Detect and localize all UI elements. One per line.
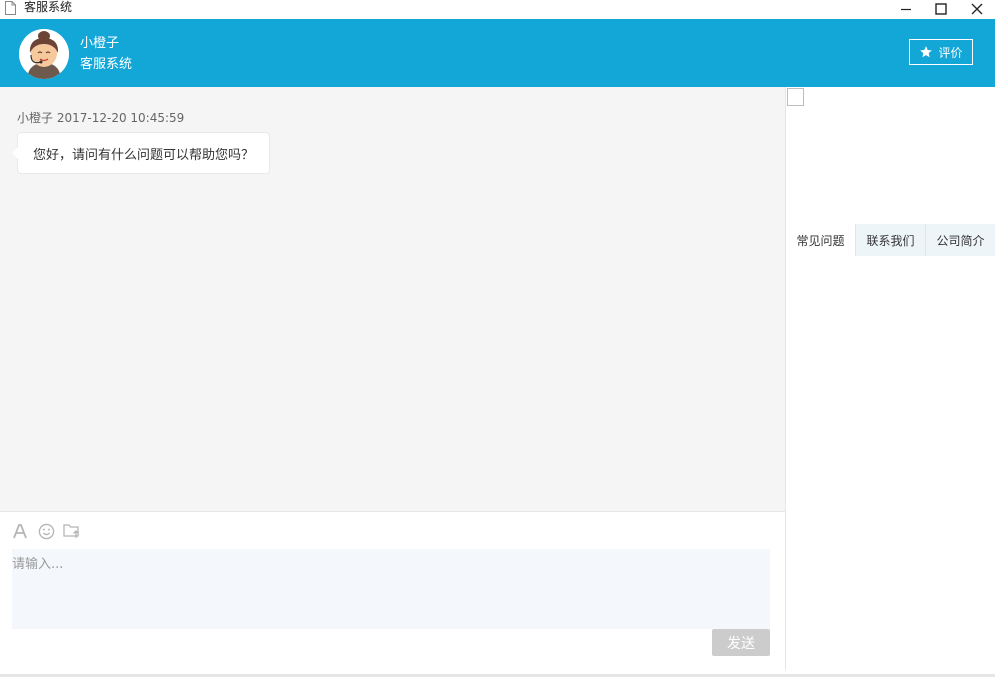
minimize-icon xyxy=(901,8,911,10)
message-sender: 小橙子 xyxy=(17,111,54,125)
message-meta: 小橙子 2017-12-20 10:45:59 xyxy=(17,110,184,126)
send-button[interactable]: 发送 xyxy=(712,629,770,656)
star-icon xyxy=(920,46,933,58)
tab-contact[interactable]: 联系我们 xyxy=(855,224,925,256)
chat-header: 小橙子 客服系统 评价 xyxy=(0,19,995,87)
minimize-button[interactable] xyxy=(888,0,924,17)
maximize-icon xyxy=(935,2,947,15)
file-upload-icon xyxy=(63,524,79,538)
document-icon xyxy=(5,1,16,15)
font-icon xyxy=(13,524,27,539)
rate-label: 评价 xyxy=(938,45,963,60)
window-titlebar: 客服系统 xyxy=(0,0,995,19)
emoji-button[interactable] xyxy=(37,522,55,540)
message-time: 2017-12-20 10:45:59 xyxy=(56,111,185,125)
side-tabs: 常见问题 联系我们 公司简介 xyxy=(786,224,995,256)
agent-avatar xyxy=(19,29,69,79)
font-button[interactable] xyxy=(11,522,29,540)
file-upload-button[interactable] xyxy=(63,522,81,540)
message-bubble: 您好，请问有什么问题可以帮助您吗？ xyxy=(11,132,271,174)
input-area: 发送 xyxy=(0,511,785,674)
maximize-button[interactable] xyxy=(923,0,959,17)
tab-faq[interactable]: 常见问题 xyxy=(786,224,855,256)
chat-messages[interactable]: 小橙子 2017-12-20 10:45:59 您好，请问有什么问题可以帮助您吗… xyxy=(0,87,785,511)
message-input[interactable] xyxy=(12,549,770,629)
panel-divider xyxy=(785,87,786,670)
window-title: 客服系统 xyxy=(24,0,73,14)
close-button[interactable] xyxy=(959,0,995,17)
agent-name: 小橙子 xyxy=(80,36,120,51)
agent-subtitle: 客服系统 xyxy=(80,57,133,72)
close-icon xyxy=(971,3,983,14)
rate-button[interactable]: 评价 xyxy=(909,39,973,65)
broken-image-icon xyxy=(787,88,804,106)
emoji-icon xyxy=(38,523,54,539)
tab-company[interactable]: 公司简介 xyxy=(925,224,995,256)
